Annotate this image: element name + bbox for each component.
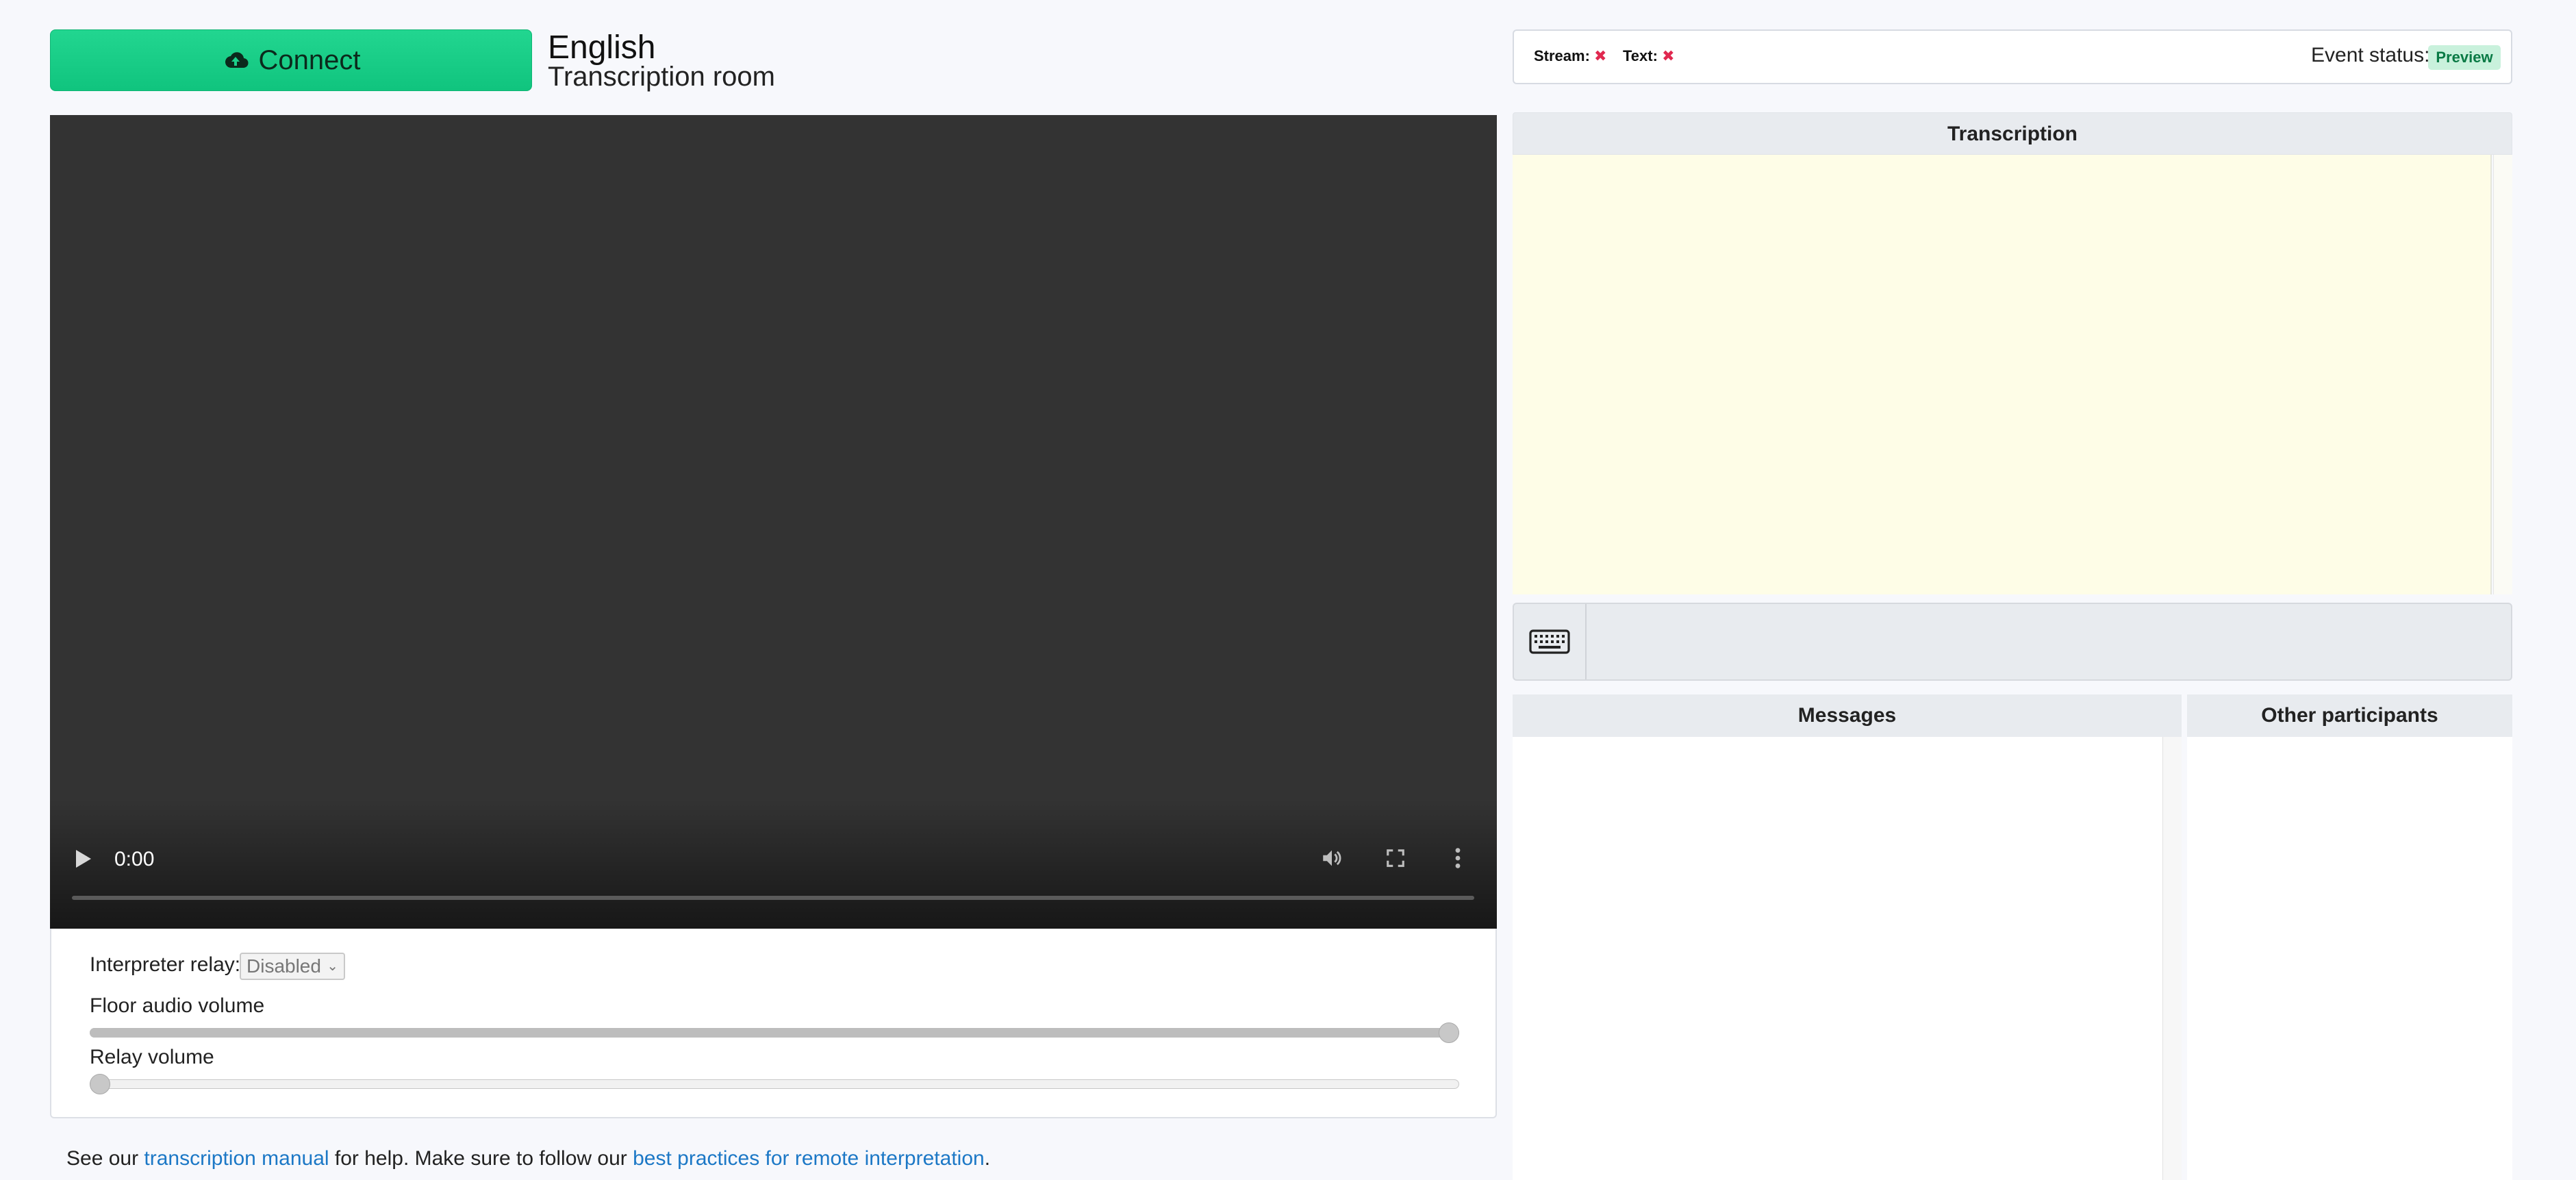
help-prefix: See our	[66, 1147, 144, 1170]
volume-icon[interactable]	[1320, 846, 1343, 873]
event-status-badge: Preview	[2428, 45, 2501, 70]
video-time: 0:00	[114, 848, 155, 870]
stream-status: Stream: ✖	[1534, 47, 1606, 65]
transcription-header: Transcription	[1513, 112, 2512, 155]
help-middle: for help. Make sure to follow our	[329, 1147, 633, 1170]
floor-volume-fill	[90, 1028, 1459, 1038]
stream-label: Stream:	[1534, 47, 1590, 64]
keyboard-button[interactable]	[1514, 604, 1587, 679]
relay-select[interactable]: Disabled ⌄	[240, 953, 345, 980]
help-suffix: .	[984, 1147, 991, 1170]
floor-volume-label: Floor audio volume	[90, 994, 265, 1017]
relay-volume-slider[interactable]	[90, 1079, 1459, 1089]
text-label: Text:	[1623, 47, 1658, 64]
messages-header: Messages	[1513, 694, 2182, 737]
transcription-input[interactable]	[1588, 604, 2511, 679]
messages-scrollbar[interactable]	[2162, 737, 2182, 1180]
video-player[interactable]: 0:00	[50, 115, 1497, 929]
room-language: English	[548, 29, 656, 66]
participants-header: Other participants	[2187, 694, 2512, 737]
relay-volume-thumb[interactable]	[90, 1074, 110, 1094]
room-name: Transcription room	[548, 62, 775, 92]
relay-volume-label: Relay volume	[90, 1046, 214, 1068]
more-options-icon[interactable]	[1454, 846, 1462, 873]
connect-label: Connect	[258, 45, 361, 75]
text-error-icon: ✖	[1662, 47, 1675, 64]
relay-label: Interpreter relay:	[90, 953, 241, 976]
event-status-label: Event status:	[2311, 44, 2430, 66]
best-practices-link[interactable]: best practices for remote interpretation	[633, 1147, 985, 1170]
transcription-scrollbar[interactable]	[2493, 155, 2512, 594]
video-progress-bar[interactable]	[72, 896, 1474, 900]
transcription-manual-link[interactable]: transcription manual	[144, 1147, 329, 1170]
play-icon[interactable]	[76, 850, 91, 868]
video-controls-shade	[50, 799, 1497, 929]
text-status: Text: ✖	[1623, 47, 1675, 65]
floor-volume-thumb[interactable]	[1439, 1022, 1459, 1043]
stream-error-icon: ✖	[1594, 47, 1607, 64]
relay-select-value: Disabled	[247, 955, 321, 977]
help-text: See our transcription manual for help. M…	[66, 1147, 990, 1170]
cloud-upload-icon	[225, 52, 249, 68]
connect-button[interactable]: Connect	[50, 29, 532, 91]
keyboard-icon	[1529, 629, 1570, 654]
transcription-area[interactable]	[1513, 155, 2492, 594]
fullscreen-icon[interactable]	[1385, 848, 1406, 872]
messages-list[interactable]	[1513, 737, 2162, 1180]
chevron-down-icon: ⌄	[327, 959, 338, 974]
participants-list[interactable]	[2187, 737, 2512, 1180]
